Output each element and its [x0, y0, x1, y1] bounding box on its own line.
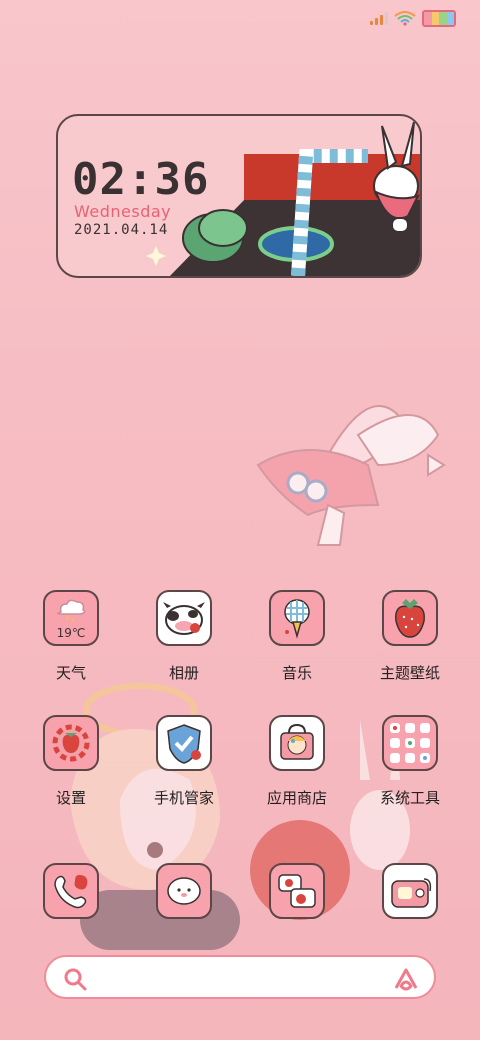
system-tools-icon[interactable]: [382, 715, 438, 771]
app-contacts[interactable]: [129, 863, 239, 919]
search-icon[interactable]: [62, 966, 88, 992]
app-messages[interactable]: [242, 863, 352, 919]
assistant-icon[interactable]: [392, 966, 420, 992]
app-settings[interactable]: 设置: [16, 715, 126, 808]
app-theme-wallpaper[interactable]: 主题壁纸: [355, 590, 465, 683]
app-phone-manager[interactable]: 手机管家: [129, 715, 239, 808]
app-camera[interactable]: [355, 863, 465, 919]
app-store-icon[interactable]: [269, 715, 325, 771]
messages-icon[interactable]: [269, 863, 325, 919]
app-label: 主题壁纸: [379, 664, 440, 682]
app-music[interactable]: 音乐: [242, 590, 352, 683]
contacts-icon[interactable]: [156, 863, 212, 919]
app-label: 天气: [55, 664, 86, 682]
app-label: 音乐: [281, 664, 312, 682]
status-bar: [370, 8, 456, 28]
phone-manager-icon[interactable]: [156, 715, 212, 771]
app-label: 设置: [55, 789, 86, 807]
app-gallery[interactable]: 相册: [129, 590, 239, 683]
flying-bunny-illustration: [256, 405, 446, 546]
music-icon[interactable]: [269, 590, 325, 646]
app-system-tools[interactable]: 系统工具: [355, 715, 465, 808]
app-app-store[interactable]: 应用商店: [242, 715, 352, 808]
search-bar[interactable]: [44, 955, 436, 999]
app-label: 系统工具: [379, 789, 440, 807]
gallery-icon[interactable]: [156, 590, 212, 646]
signal-icon: [370, 11, 388, 25]
phone-icon[interactable]: [43, 863, 99, 919]
app-weather[interactable]: 19℃ 天气: [16, 590, 126, 683]
clock-weekday: Wednesday: [74, 202, 172, 221]
weather-icon[interactable]: 19℃: [43, 590, 99, 646]
weather-temperature: 19℃: [56, 626, 86, 640]
settings-icon[interactable]: [43, 715, 99, 771]
theme-wallpaper-icon[interactable]: [382, 590, 438, 646]
battery-icon: [422, 9, 456, 27]
clock-widget[interactable]: 02:36 Wednesday 2021.04.14: [56, 114, 422, 278]
app-label: 相册: [168, 664, 199, 682]
app-label: 手机管家: [153, 789, 214, 807]
wifi-icon: [394, 11, 416, 26]
clock-time: 02:36: [72, 154, 210, 205]
app-phone[interactable]: [16, 863, 126, 919]
clock-date: 2021.04.14: [74, 222, 169, 238]
app-label: 应用商店: [266, 789, 327, 807]
camera-icon[interactable]: [382, 863, 438, 919]
